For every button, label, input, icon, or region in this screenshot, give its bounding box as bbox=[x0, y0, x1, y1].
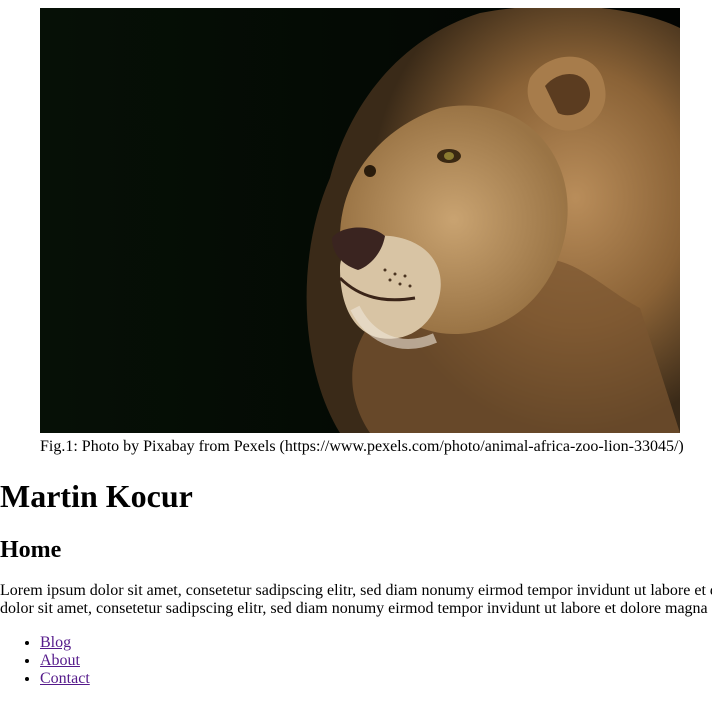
nav-item-contact: Contact bbox=[40, 670, 90, 688]
lion-photo bbox=[40, 8, 680, 433]
figure-caption: Fig.1: Photo by Pixabay from Pexels (htt… bbox=[40, 438, 684, 455]
nav-link-about[interactable]: About bbox=[40, 652, 80, 669]
main-nav: Blog About Contact bbox=[0, 634, 90, 688]
site-title: Martin Kocur bbox=[0, 478, 193, 514]
lion-figure: Fig.1: Photo by Pixabay from Pexels (htt… bbox=[40, 8, 684, 457]
intro-line: Lorem ipsum dolor sit amet, consetetur s… bbox=[0, 582, 712, 599]
intro-paragraph: Lorem ipsum dolor sit amet, consetetur s… bbox=[0, 582, 712, 618]
nav-item-blog: Blog bbox=[40, 634, 90, 652]
nav-link-blog[interactable]: Blog bbox=[40, 634, 71, 651]
intro-line: dolor sit amet, consetetur sadipscing el… bbox=[0, 600, 712, 617]
nav-item-about: About bbox=[40, 652, 90, 670]
nav-link-contact[interactable]: Contact bbox=[40, 670, 90, 687]
page-heading: Home bbox=[0, 537, 62, 563]
